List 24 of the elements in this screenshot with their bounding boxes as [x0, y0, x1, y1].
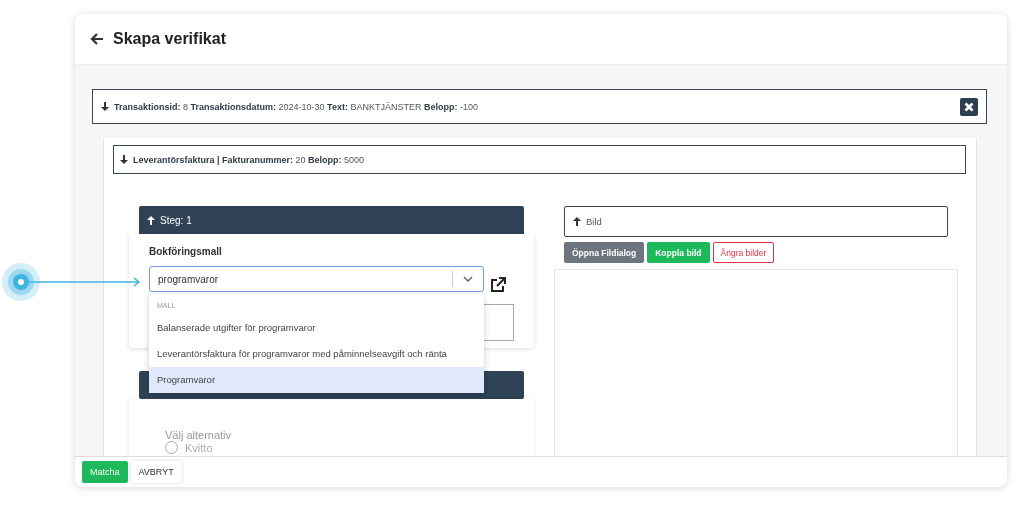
footer-button[interactable]: AVBRYT: [130, 461, 182, 483]
close-icon[interactable]: [960, 97, 978, 116]
image-header[interactable]: Bild: [564, 206, 948, 237]
invoice-panel[interactable]: Leverantörsfaktura | Fakturanummer: 20 Belopp: 5000: [113, 145, 966, 174]
transaction-summary: Transaktionsid: 8 Transaktionsdatum: 2024-10-30 Text: BANKTJÄNSTER Belopp: -100: [114, 101, 478, 112]
step-title: Steg: 1: [160, 214, 192, 226]
template-select[interactable]: programvaror: [149, 266, 484, 292]
field-label: Bokföringsmall: [149, 246, 223, 257]
dropdown-option[interactable]: Leverantörsfaktura för programvaror med påminnelseavgift och ränta: [149, 341, 484, 367]
dropdown-option[interactable]: Programvaror: [149, 367, 484, 393]
image-title: Bild: [586, 216, 602, 227]
radio-label: Kvitto: [185, 441, 213, 454]
choice-label: Välj alternativ: [165, 429, 233, 441]
step-header[interactable]: Steg: 1: [139, 206, 524, 234]
back-arrow-icon[interactable]: [90, 32, 104, 46]
toggle-arrow-icon: [573, 217, 581, 226]
invoice-summary: Leverantörsfaktura | Fakturanummer: 20 Belopp: 5000: [133, 154, 365, 165]
transaction-panel[interactable]: Transaktionsid: 8 Transaktionsdatum: 2024-10-30 Text: BANKTJÄNSTER Belopp: -100: [92, 89, 987, 124]
chevron-down-icon: [463, 276, 473, 282]
image-action-button[interactable]: Öppna Fildialog: [564, 242, 645, 263]
external-link-icon[interactable]: [490, 277, 506, 293]
image-action-button[interactable]: Ångra bilder: [712, 242, 775, 263]
dropdown-option[interactable]: Balanserade utgifter för programvaror: [149, 315, 484, 341]
page-title: Skapa verifikat: [113, 30, 226, 48]
